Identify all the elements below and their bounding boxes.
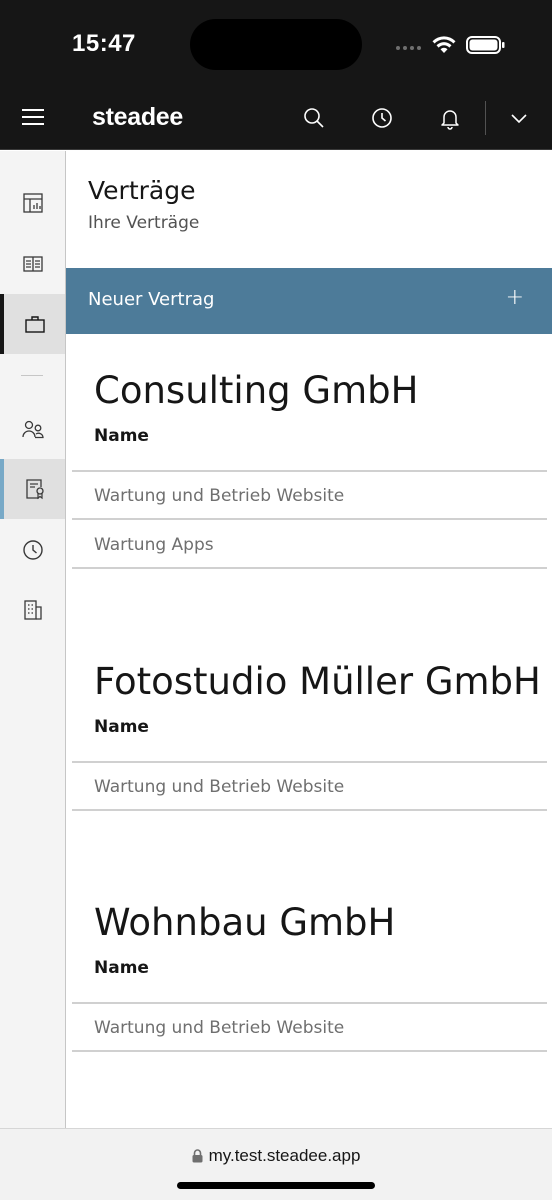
table-row[interactable]: Wartung und Betrieb Website: [72, 763, 547, 811]
url-text: my.test.steadee.app: [208, 1146, 361, 1165]
sidebar: [0, 151, 66, 1128]
header-divider: [485, 101, 486, 135]
company-name: Consulting GmbH: [94, 369, 419, 412]
sidebar-item-time[interactable]: [0, 520, 65, 580]
lock-icon: [192, 1149, 203, 1163]
status-bar: 15:47: [0, 0, 552, 86]
dynamic-island: [190, 19, 362, 70]
company-name: Wohnbau GmbH: [94, 901, 396, 944]
home-indicator[interactable]: [177, 1182, 375, 1189]
sidebar-item-buildings[interactable]: [0, 580, 65, 640]
time-clock-icon: [22, 540, 43, 560]
main-content: Verträge Ihre Verträge Neuer Vertrag + C…: [66, 151, 552, 1128]
battery-icon: [466, 36, 505, 54]
status-time: 15:47: [72, 30, 136, 57]
sidebar-item-dashboard[interactable]: [0, 173, 65, 233]
sidebar-item-documents[interactable]: [0, 234, 65, 294]
dashboard-icon: [22, 193, 43, 213]
company-name: Fotostudio Müller GmbH: [94, 660, 541, 703]
url-display[interactable]: my.test.steadee.app: [0, 1146, 552, 1166]
sidebar-item-contracts[interactable]: [0, 459, 65, 519]
new-contract-button[interactable]: Neuer Vertrag +: [66, 268, 552, 334]
column-header-name: Name: [94, 958, 149, 978]
briefcase-icon: [24, 316, 45, 333]
plus-icon: +: [505, 285, 524, 310]
new-contract-label: Neuer Vertrag: [88, 289, 215, 310]
brand-logo[interactable]: steadee: [92, 103, 183, 132]
browser-url-bar: my.test.steadee.app: [0, 1128, 552, 1200]
sidebar-item-briefcase[interactable]: [0, 294, 65, 354]
search-icon[interactable]: [302, 106, 326, 130]
signal-icon: [396, 46, 421, 50]
contract-name: Wartung Apps: [94, 535, 214, 555]
menu-icon[interactable]: [22, 109, 44, 127]
wifi-icon: [432, 36, 456, 53]
contract-name: Wartung und Betrieb Website: [94, 486, 345, 506]
page-title: Verträge: [88, 176, 196, 205]
building-icon: [23, 600, 42, 620]
document-list-icon: [22, 256, 43, 272]
table-row[interactable]: Wartung und Betrieb Website: [72, 1004, 547, 1052]
chevron-down-icon[interactable]: [507, 106, 531, 130]
sidebar-separator: [21, 375, 43, 376]
column-header-name: Name: [94, 717, 149, 737]
app-header: steadee: [0, 86, 552, 150]
company-group: Wohnbau GmbH Name Wartung und Betrieb We…: [72, 901, 547, 1053]
notification-bell-icon[interactable]: [438, 106, 462, 130]
table-row[interactable]: Wartung Apps: [72, 521, 547, 569]
contract-name: Wartung und Betrieb Website: [94, 777, 345, 797]
sidebar-item-users[interactable]: [0, 399, 65, 459]
page-subtitle: Ihre Verträge: [88, 213, 200, 233]
table-row[interactable]: Wartung und Betrieb Website: [72, 472, 547, 520]
company-group: Consulting GmbH Name Wartung und Betrieb…: [72, 369, 547, 569]
history-clock-icon[interactable]: [370, 106, 394, 130]
users-icon: [21, 420, 44, 439]
contract-certificate-icon: [25, 479, 44, 500]
column-header-name: Name: [94, 426, 149, 446]
company-group: Fotostudio Müller GmbH Name Wartung und …: [72, 660, 547, 812]
contract-name: Wartung und Betrieb Website: [94, 1018, 345, 1038]
